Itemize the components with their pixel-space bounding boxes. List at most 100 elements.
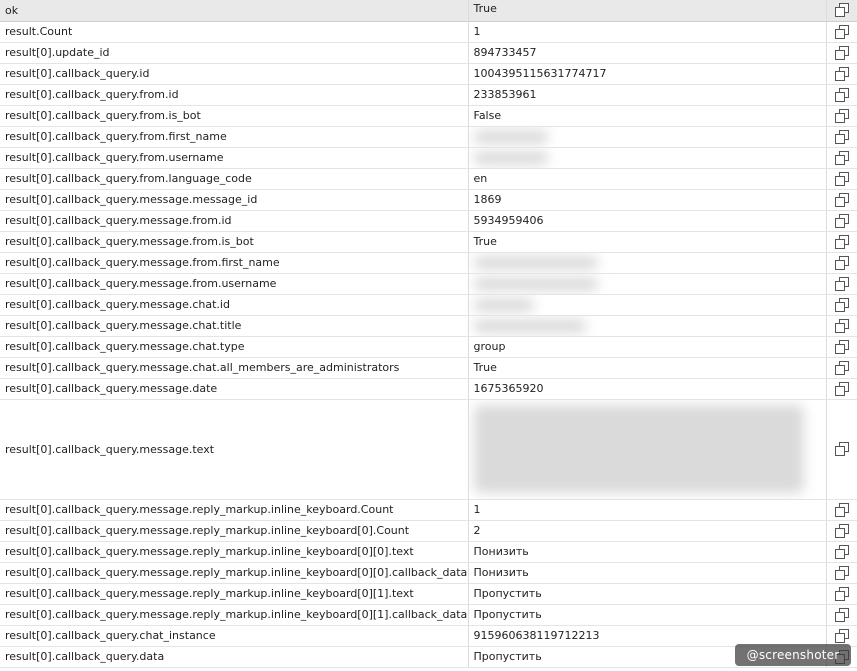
copy-icon[interactable] <box>834 3 849 18</box>
copy-icon[interactable] <box>834 381 849 396</box>
key-cell[interactable]: result[0].callback_query.message.reply_m… <box>0 562 469 584</box>
value-cell[interactable]: 233853961 <box>468 84 827 106</box>
copy-icon[interactable] <box>834 192 849 207</box>
key-cell[interactable]: result[0].callback_query.chat_instance <box>0 625 469 647</box>
copy-icon[interactable] <box>834 87 849 102</box>
value-cell[interactable]: True <box>468 231 827 253</box>
value-cell[interactable]: 1 <box>468 21 827 43</box>
key-cell[interactable]: result[0].callback_query.message.reply_m… <box>0 583 469 605</box>
value-cell[interactable] <box>468 252 827 274</box>
copy-icon[interactable] <box>834 234 849 249</box>
key-text: result[0].callback_query.id <box>5 67 150 80</box>
value-cell[interactable] <box>468 273 827 295</box>
value-cell[interactable]: Понизить <box>468 562 827 584</box>
value-cell[interactable]: Понизить <box>468 541 827 563</box>
copy-icon[interactable] <box>834 255 849 270</box>
key-cell[interactable]: result[0].callback_query.message.from.us… <box>0 273 469 295</box>
copy-cell <box>826 541 857 563</box>
table-row: result[0].callback_query.message.date 167… <box>0 378 857 400</box>
copy-icon[interactable] <box>834 108 849 123</box>
value-cell[interactable]: 2 <box>468 520 827 542</box>
key-cell[interactable]: result[0].callback_query.message.message… <box>0 189 469 211</box>
key-cell[interactable]: result[0].callback_query.from.language_c… <box>0 168 469 190</box>
key-cell[interactable]: result[0].callback_query.message.from.id <box>0 210 469 232</box>
value-cell[interactable] <box>468 126 827 148</box>
key-cell[interactable]: result[0].callback_query.message.reply_m… <box>0 499 469 521</box>
value-cell[interactable]: en <box>468 168 827 190</box>
copy-icon[interactable] <box>834 276 849 291</box>
copy-cell <box>826 520 857 542</box>
copy-icon[interactable] <box>834 171 849 186</box>
value-cell[interactable]: 1869 <box>468 189 827 211</box>
copy-icon[interactable] <box>834 360 849 375</box>
copy-icon[interactable] <box>834 502 849 517</box>
value-cell[interactable]: 1004395115631774717 <box>468 63 827 85</box>
copy-cell <box>826 273 857 295</box>
copy-icon[interactable] <box>834 544 849 559</box>
value-cell[interactable]: Пропустить <box>468 604 827 626</box>
key-cell[interactable]: result[0].callback_query.data <box>0 646 469 668</box>
key-cell[interactable]: result[0].callback_query.message.from.fi… <box>0 252 469 274</box>
grid-body: ok True result.Count 1 result[0].update_id… <box>0 0 857 668</box>
value-text: Понизить <box>473 544 529 558</box>
key-cell[interactable]: result[0].callback_query.message.chat.ty… <box>0 336 469 358</box>
key-cell[interactable]: result[0].callback_query.from.id <box>0 84 469 106</box>
value-cell[interactable]: 5934959406 <box>468 210 827 232</box>
key-text: result[0].callback_query.from.id <box>5 88 179 101</box>
table-row: result[0].callback_query.from.is_bot Fals… <box>0 105 857 127</box>
table-row: result[0].callback_query.message.reply_m… <box>0 562 857 584</box>
table-row: result[0].callback_query.message.chat.ty… <box>0 336 857 358</box>
value-cell[interactable]: group <box>468 336 827 358</box>
copy-icon[interactable] <box>834 318 849 333</box>
copy-icon[interactable] <box>834 628 849 643</box>
key-cell[interactable]: result[0].callback_query.message.chat.id <box>0 294 469 316</box>
copy-icon[interactable] <box>834 586 849 601</box>
key-cell[interactable]: result[0].callback_query.message.chat.ti… <box>0 315 469 337</box>
value-text: 233853961 <box>473 87 537 101</box>
copy-icon[interactable] <box>834 442 849 456</box>
table-row: result[0].callback_query.message.from.is… <box>0 231 857 253</box>
key-cell[interactable]: result[0].callback_query.id <box>0 63 469 85</box>
value-cell[interactable]: 1 <box>468 499 827 521</box>
table-row: result[0].callback_query.message.reply_m… <box>0 583 857 605</box>
value-cell[interactable] <box>468 147 827 169</box>
header-value-cell[interactable]: True <box>468 0 827 22</box>
header-key-cell[interactable]: ok <box>0 0 469 22</box>
copy-icon[interactable] <box>834 129 849 144</box>
table-row: result[0].callback_query.message.chat.ti… <box>0 315 857 337</box>
copy-icon[interactable] <box>834 213 849 228</box>
copy-icon[interactable] <box>834 24 849 39</box>
copy-icon[interactable] <box>834 565 849 580</box>
copy-icon[interactable] <box>834 523 849 538</box>
value-cell[interactable]: 915960638119712213 <box>468 625 827 647</box>
value-cell[interactable]: Пропустить <box>468 583 827 605</box>
key-cell[interactable]: result[0].callback_query.message.reply_m… <box>0 604 469 626</box>
key-cell[interactable]: result[0].callback_query.message.chat.al… <box>0 357 469 379</box>
copy-icon[interactable] <box>834 45 849 60</box>
key-cell[interactable]: result[0].callback_query.message.from.is… <box>0 231 469 253</box>
key-text: result[0].callback_query.chat_instance <box>5 629 216 642</box>
copy-icon[interactable] <box>834 607 849 622</box>
value-cell[interactable]: 1675365920 <box>468 378 827 400</box>
key-cell[interactable]: result[0].callback_query.message.reply_m… <box>0 520 469 542</box>
key-cell[interactable]: result[0].callback_query.from.first_name <box>0 126 469 148</box>
value-text: en <box>473 171 488 185</box>
copy-icon[interactable] <box>834 150 849 165</box>
copy-icon[interactable] <box>834 66 849 81</box>
key-cell[interactable]: result[0].callback_query.message.reply_m… <box>0 541 469 563</box>
key-cell[interactable]: result.Count <box>0 21 469 43</box>
copy-icon[interactable] <box>834 297 849 312</box>
key-cell[interactable]: result[0].callback_query.message.text <box>0 399 469 500</box>
value-cell[interactable] <box>468 399 827 500</box>
key-cell[interactable]: result[0].callback_query.from.username <box>0 147 469 169</box>
key-cell[interactable]: result[0].callback_query.from.is_bot <box>0 105 469 127</box>
key-cell[interactable]: result[0].update_id <box>0 42 469 64</box>
value-cell[interactable] <box>468 315 827 337</box>
value-cell[interactable]: True <box>468 357 827 379</box>
key-cell[interactable]: result[0].callback_query.message.date <box>0 378 469 400</box>
value-cell[interactable] <box>468 294 827 316</box>
value-cell[interactable]: False <box>468 105 827 127</box>
copy-icon[interactable] <box>834 339 849 354</box>
screenshoter-watermark: @screenshoter <box>735 644 851 666</box>
value-cell[interactable]: 894733457 <box>468 42 827 64</box>
